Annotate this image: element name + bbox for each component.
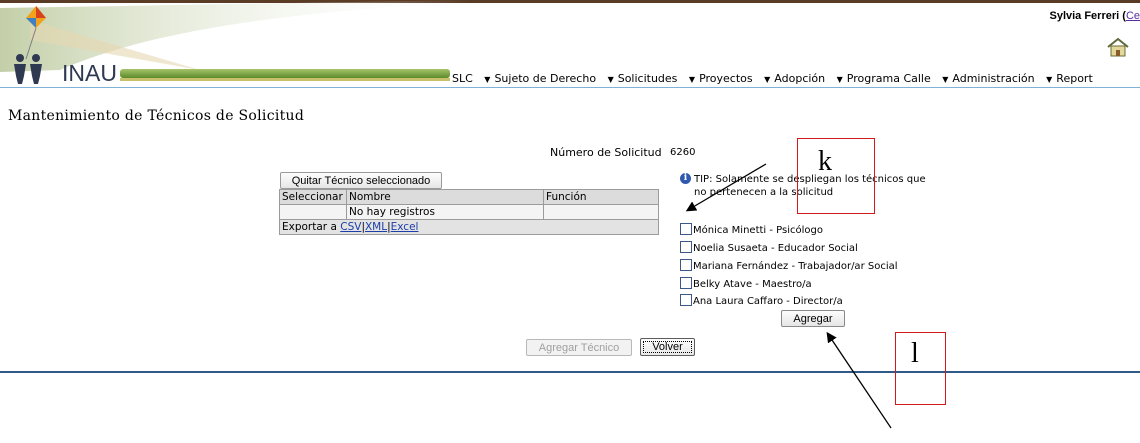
empty-message: No hay registros bbox=[346, 204, 544, 220]
table-row: No hay registros bbox=[279, 204, 659, 220]
technician-option[interactable]: Ana Laura Caffaro - Director/a bbox=[680, 294, 843, 307]
menu-solicitudes[interactable]: ▼ Solicitudes bbox=[608, 72, 678, 85]
technician-checkbox[interactable] bbox=[680, 223, 692, 235]
logout-link[interactable]: Ce bbox=[1126, 10, 1140, 22]
export-label: Exportar a bbox=[282, 221, 337, 233]
table-header-row: Seleccionar Nombre Función bbox=[279, 189, 659, 205]
menu-programa-calle[interactable]: ▼ Programa Calle bbox=[837, 72, 931, 85]
menu-arrow-icon: ▼ bbox=[836, 75, 843, 84]
export-xml-link[interactable]: XML bbox=[365, 221, 387, 233]
export-excel-link[interactable]: Excel bbox=[391, 221, 419, 233]
agregar-button[interactable]: Agregar bbox=[781, 310, 845, 327]
numero-solicitud-label: Número de Solicitud bbox=[550, 146, 662, 159]
volver-button[interactable]: Volver bbox=[640, 338, 695, 356]
column-header-funcion[interactable]: Función bbox=[543, 189, 659, 205]
menu-slc[interactable]: SLC bbox=[452, 72, 473, 85]
logo-text: INAU bbox=[62, 60, 117, 86]
column-header-seleccionar[interactable]: Seleccionar bbox=[279, 189, 347, 205]
user-info: Sylvia Ferreri (Ce bbox=[1049, 10, 1140, 22]
column-header-nombre[interactable]: Nombre bbox=[346, 189, 544, 205]
numero-solicitud-value: 6260 bbox=[670, 147, 696, 158]
annotation-label-k: k bbox=[818, 146, 832, 177]
footer-rule bbox=[0, 371, 1140, 373]
technician-checkbox[interactable] bbox=[680, 241, 692, 253]
menu-administracion[interactable]: ▼ Administración bbox=[942, 72, 1034, 85]
menu-arrow-icon: ▼ bbox=[942, 75, 949, 84]
home-icon[interactable] bbox=[1106, 36, 1130, 58]
export-csv-link[interactable]: CSV bbox=[340, 221, 361, 233]
menu-adopcion[interactable]: ▼ Adopción bbox=[764, 72, 825, 85]
tecnicos-table: Seleccionar Nombre Función No hay regist… bbox=[279, 189, 659, 235]
quitar-tecnico-button[interactable]: Quitar Técnico seleccionado bbox=[280, 172, 442, 189]
menu-arrow-icon: ▼ bbox=[688, 75, 696, 84]
user-name: Sylvia Ferreri bbox=[1049, 10, 1120, 22]
technician-option[interactable]: Noelia Susaeta - Educador Social bbox=[680, 241, 858, 254]
menu-arrow-icon: ▼ bbox=[1046, 75, 1053, 84]
export-row: Exportar a CSV|XML|Excel bbox=[279, 219, 659, 235]
menu-reportes[interactable]: ▼ Report bbox=[1046, 72, 1093, 85]
annotation-label-l: l bbox=[911, 338, 919, 369]
technician-option[interactable]: Mariana Fernández - Trabajador/ar Social bbox=[680, 259, 898, 272]
technician-option[interactable]: Mónica Minetti - Psicólogo bbox=[680, 223, 823, 236]
menu-sujeto-de-derecho[interactable]: ▼ Sujeto de Derecho bbox=[484, 72, 596, 85]
info-icon: i bbox=[680, 173, 691, 184]
agregar-tecnico-button[interactable]: Agregar Técnico bbox=[526, 339, 632, 356]
menu-proyectos[interactable]: ▼ Proyectos bbox=[689, 72, 753, 85]
technician-option[interactable]: Belky Atave - Maestro/a bbox=[680, 277, 812, 290]
technician-checkbox[interactable] bbox=[680, 259, 692, 271]
menu-arrow-icon: ▼ bbox=[484, 75, 491, 84]
header-yellow-bar bbox=[120, 78, 450, 81]
annotation-box-k bbox=[797, 138, 875, 214]
menu-arrow-icon: ▼ bbox=[764, 75, 771, 84]
annotation-box-l bbox=[895, 332, 946, 405]
header-green-bar bbox=[120, 69, 450, 78]
menu-arrow-icon: ▼ bbox=[607, 75, 614, 84]
main-menu: SLC ▼ Sujeto de Derecho ▼ Solicitudes ▼ Pro… bbox=[452, 72, 1101, 85]
page-title: Mantenimiento de Técnicos de Solicitud bbox=[8, 108, 305, 124]
header-rule bbox=[0, 87, 1140, 88]
annotation-arrow-l bbox=[826, 331, 892, 429]
technician-checkbox[interactable] bbox=[680, 277, 692, 289]
technician-checkbox[interactable] bbox=[680, 294, 692, 306]
